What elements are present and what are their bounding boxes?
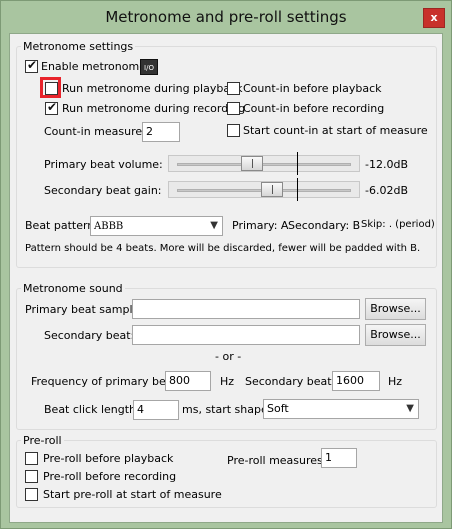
primary-beat-volume-slider[interactable] [168,152,360,175]
primary-beat-sample-label: Primary beat sample: [25,303,144,316]
run-during-playback-label[interactable]: Run metronome during playback [62,82,243,95]
close-button[interactable]: x [423,8,445,28]
frequency-primary-label: Frequency of primary beat: [31,375,181,388]
start-shape-label: ms, start shape: [182,403,272,416]
primary-beat-volume-label: Primary beat volume: [44,158,163,171]
beat-pattern-combobox[interactable]: ABBB ▼ [90,216,223,236]
preroll-measures-input[interactable]: 1 [321,448,357,468]
slider-zero-marker [297,152,298,175]
secondary-frequency-label: Secondary beat: [245,375,336,388]
countin-measures-label: Count-in measures: [44,125,152,138]
beat-pattern-value: ABBB [94,221,124,232]
pattern-note: Pattern should be 4 beats. More will be … [25,243,421,254]
preroll-before-playback-checkbox[interactable] [25,452,38,465]
primary-beat-sample-input[interactable] [132,299,360,319]
run-during-playback-checkbox[interactable] [45,82,58,95]
beat-click-length-input[interactable]: 4 [133,400,179,420]
preroll-before-playback-label[interactable]: Pre-roll before playback [43,452,173,465]
browse-primary-button[interactable]: Browse... [365,298,426,320]
pattern-legend-skip: Skip: . (period) [361,219,435,230]
secondary-beat-gain-label: Secondary beat gain: [44,184,162,197]
window-title: Metronome and pre-roll settings [105,8,347,26]
secondary-frequency-input[interactable]: 1600 [332,371,380,391]
run-during-recording-checkbox[interactable] [45,100,58,115]
title-bar[interactable]: Metronome and pre-roll settings x [1,1,451,33]
preroll-before-recording-label[interactable]: Pre-roll before recording [43,470,176,483]
hz-unit-label: Hz [220,375,235,388]
start-shape-value: Soft [267,402,289,415]
secondary-beat-gain-value: -6.02dB [365,184,408,197]
enable-metronome-label[interactable]: Enable metronome [41,60,146,73]
run-during-recording-label[interactable]: Run metronome during recording [62,102,245,115]
start-shape-combobox[interactable]: Soft ▼ [263,399,419,419]
browse-secondary-button[interactable]: Browse... [365,324,426,346]
beat-pattern-label: Beat pattern: [25,219,98,232]
or-separator: - or - [215,350,242,363]
metronome-settings-title: Metronome settings [21,40,136,53]
dialog-client-area: Metronome settings Enable metronome I/O … [9,33,443,523]
secondary-beat-sample-input[interactable] [132,325,360,345]
chevron-down-icon: ▼ [210,220,218,231]
slider-thumb[interactable] [241,156,263,171]
countin-before-recording-label[interactable]: Count-in before recording [243,102,384,115]
frequency-primary-input[interactable]: 800 [165,371,211,391]
countin-before-playback-label[interactable]: Count-in before playback [243,82,382,95]
chevron-down-icon: ▼ [406,403,414,414]
pattern-legend-primary: Primary: A [232,219,289,232]
secondary-beat-sample-label: Secondary beat: [44,329,135,342]
preroll-measures-label: Pre-roll measures: [227,454,327,467]
slider-groove [177,163,351,166]
preroll-start-measure-label[interactable]: Start pre-roll at start of measure [43,488,222,501]
hz-unit-label: Hz [388,375,403,388]
start-countin-label[interactable]: Start count-in at start of measure [243,124,428,137]
metronome-io-button[interactable]: I/O [140,59,158,75]
countin-before-recording-checkbox[interactable] [227,102,240,115]
enable-metronome-checkbox[interactable] [25,58,38,73]
dialog-window: Metronome and pre-roll settings x Metron… [0,0,452,529]
slider-zero-marker [297,178,298,201]
preroll-start-measure-checkbox[interactable] [25,488,38,501]
beat-click-length-label: Beat click length: [44,403,140,416]
slider-thumb[interactable] [261,182,283,197]
secondary-beat-gain-slider[interactable] [168,178,360,201]
countin-before-playback-checkbox[interactable] [227,82,240,95]
pattern-legend-secondary: Secondary: B [288,219,361,232]
start-countin-checkbox[interactable] [227,124,240,137]
countin-measures-input[interactable]: 2 [142,122,180,142]
preroll-title: Pre-roll [21,434,64,447]
preroll-before-recording-checkbox[interactable] [25,470,38,483]
primary-beat-volume-value: -12.0dB [365,158,408,171]
metronome-sound-title: Metronome sound [21,282,125,295]
